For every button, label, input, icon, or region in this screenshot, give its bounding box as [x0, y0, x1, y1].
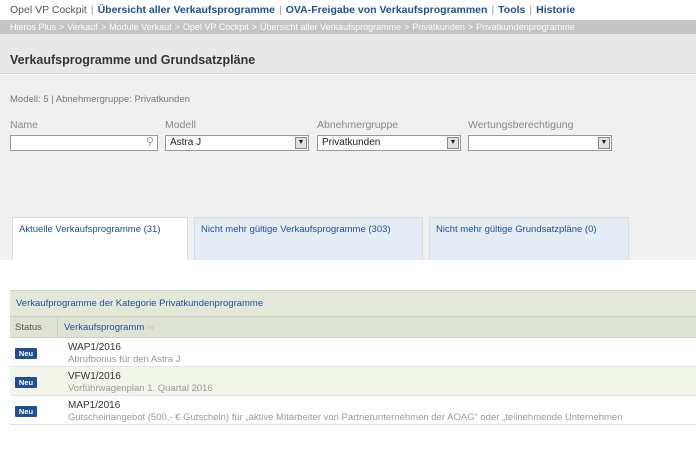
nav-separator: | [529, 4, 533, 16]
new-badge: Neu [15, 377, 37, 388]
sort-icon[interactable]: ⇨ [144, 322, 155, 332]
page-header: Verkaufsprogramme und Grundsatzpläne [0, 34, 696, 74]
breadcrumb-separator: > [467, 22, 474, 32]
column-header-status: Status [10, 317, 58, 337]
tab-label: Aktuelle Verkaufsprogramme (31) [19, 224, 161, 235]
column-header-label: Verkaufsprogramm [64, 322, 145, 333]
abnehmergruppe-select-value: Privatkunden [322, 137, 381, 148]
program-description: Gutscheinangebot (500,- € Gutschein) für… [68, 412, 623, 423]
modell-filter-label: Modell [165, 119, 196, 131]
tab-bar: Aktuelle Verkaufsprogramme (31) Nicht me… [0, 205, 696, 263]
breadcrumb-item-current: Privatkundenprogramme [476, 22, 575, 32]
breadcrumb-separator: > [251, 22, 258, 32]
tab-nicht-mehr-gueltige-verkaufsprogramme[interactable]: Nicht mehr gültige Verkaufsprogramme (30… [194, 217, 423, 263]
breadcrumb-item[interactable]: Opel VP Cockpit [183, 22, 249, 32]
table-row[interactable]: Neu WAP1/2016 Abrufbonus für den Astra J [10, 338, 696, 367]
chevron-down-icon[interactable]: ▼ [447, 137, 459, 149]
table-header: Status Verkaufsprogramm ⇨ [10, 316, 696, 338]
breadcrumb-separator: > [174, 22, 180, 32]
nav-link-ova-freigabe[interactable]: OVA-Freigabe von Verkaufsprogrammen [286, 4, 488, 16]
modell-select-value: Astra J [170, 137, 202, 148]
chevron-down-icon[interactable]: ▼ [598, 137, 610, 149]
program-code[interactable]: VFW1/2016 [68, 371, 121, 382]
column-header-verkaufsprogramm[interactable]: Verkaufsprogramm ⇨ [58, 317, 155, 337]
name-search-input[interactable]: ⚲ [10, 135, 158, 151]
breadcrumb-item[interactable]: Hieros Plus [10, 22, 56, 32]
filter-panel: Modell: 5 | Abnehmergruppe: Privatkunden… [0, 75, 696, 205]
nav-link-tools[interactable]: Tools [498, 4, 525, 16]
wertungsberechtigung-select[interactable]: ▼ [468, 135, 612, 151]
breadcrumb-item[interactable]: Übersicht aller Verkaufsprogramme [260, 22, 401, 32]
nav-link-opel-vp-cockpit[interactable]: Opel VP Cockpit [10, 4, 87, 16]
page-title: Verkaufsprogramme und Grundsatzpläne [10, 53, 256, 67]
nav-link-historie[interactable]: Historie [536, 4, 575, 16]
modell-select[interactable]: Astra J ▼ [165, 135, 309, 151]
breadcrumb-separator: > [404, 22, 410, 32]
nav-separator: | [90, 4, 94, 16]
table-caption: Verkaufprogramme der Kategorie Privatkun… [10, 290, 696, 316]
nav-separator: | [279, 4, 282, 16]
tab-label: Nicht mehr gültige Verkaufsprogramme (30… [201, 224, 391, 235]
nav-separator: | [491, 4, 495, 16]
filter-summary: Modell: 5 | Abnehmergruppe: Privatkunden [10, 94, 190, 105]
breadcrumb-separator: > [59, 22, 65, 32]
table-row[interactable]: Neu MAP1/2016 Gutscheinangebot (500,- € … [10, 396, 696, 425]
tab-nicht-mehr-gueltige-grundsatzplaene[interactable]: Nicht mehr gültige Grundsatzpläne (0) [429, 217, 629, 263]
abnehmergruppe-select[interactable]: Privatkunden ▼ [317, 135, 461, 151]
program-code[interactable]: MAP1/2016 [68, 400, 120, 411]
search-icon[interactable]: ⚲ [146, 135, 154, 149]
new-badge: Neu [15, 348, 37, 359]
tab-aktuelle-verkaufsprogramme[interactable]: Aktuelle Verkaufsprogramme (31) [12, 217, 188, 263]
breadcrumb-separator: > [100, 22, 107, 32]
tab-content-spacer [0, 260, 696, 290]
program-description: Vorführwagenplan 1. Quartal 2016 [68, 383, 213, 394]
tab-label: Nicht mehr gültige Grundsatzpläne (0) [436, 224, 597, 235]
program-code[interactable]: WAP1/2016 [68, 342, 121, 353]
breadcrumb-item[interactable]: Privatkunden [412, 22, 465, 32]
breadcrumb-item[interactable]: Verkauf [67, 22, 98, 32]
top-navigation: Opel VP Cockpit | Übersicht aller Verkaufs… [0, 0, 696, 20]
table-row[interactable]: Neu VFW1/2016 Vorführwagenplan 1. Quarta… [10, 367, 696, 396]
abnehmergruppe-filter-label: Abnehmergruppe [317, 119, 399, 131]
name-filter-label: Name [10, 119, 39, 131]
program-table: Verkaufprogramme der Kategorie Privatkun… [10, 290, 696, 459]
chevron-down-icon[interactable]: ▼ [295, 137, 307, 149]
breadcrumb: Hieros Plus > Verkauf > Module Verkauf > Opel … [0, 20, 696, 34]
new-badge: Neu [15, 406, 37, 417]
wertungsberechtigung-filter-label: Wertungsberechtigung [468, 119, 574, 131]
program-description: Abrufbonus für den Astra J [68, 354, 181, 365]
nav-link-uebersicht[interactable]: Übersicht aller Verkaufsprogramme [98, 4, 275, 16]
breadcrumb-item[interactable]: Module Verkauf [109, 22, 172, 32]
